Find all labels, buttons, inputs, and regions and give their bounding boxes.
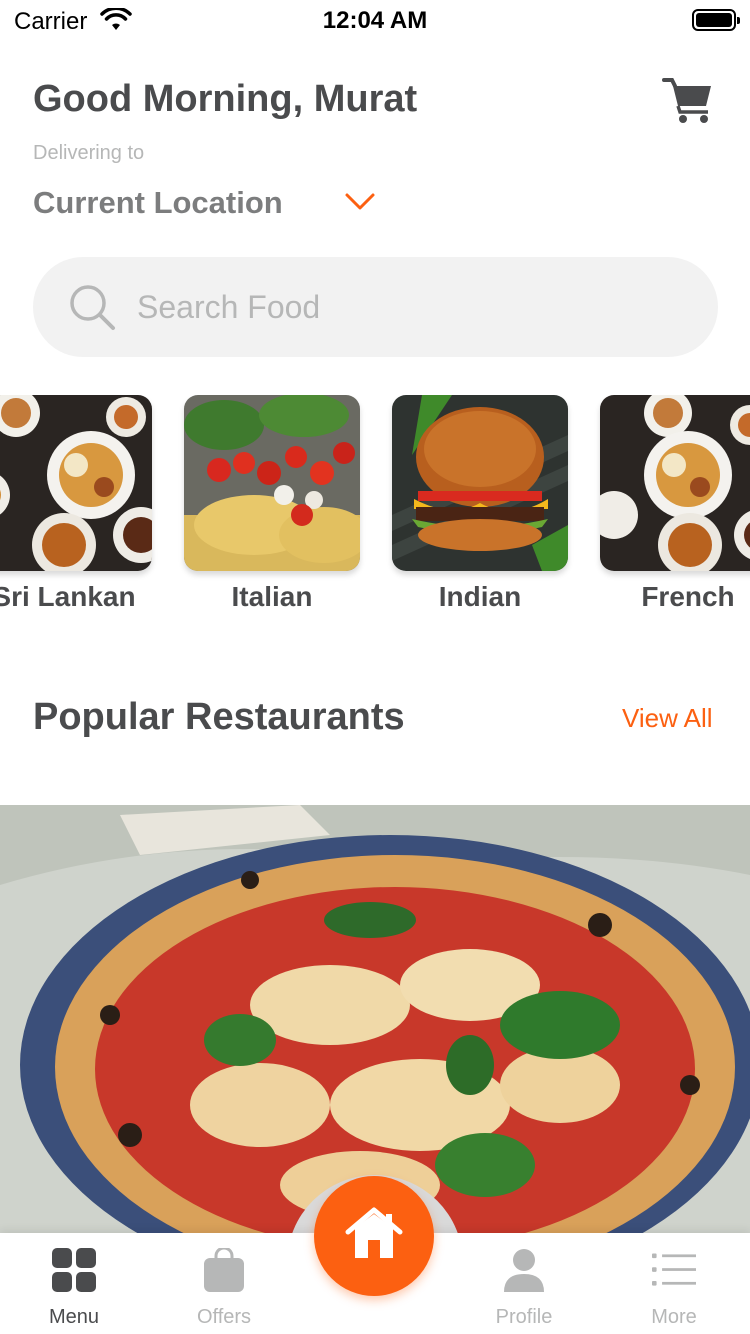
tab-profile[interactable]: Profile — [464, 1248, 584, 1334]
grid-icon — [52, 1248, 96, 1292]
chevron-down-icon[interactable] — [344, 190, 376, 214]
home-button[interactable] — [314, 1176, 434, 1296]
tab-more[interactable]: More — [614, 1248, 734, 1334]
view-all-link[interactable]: View All — [622, 703, 713, 734]
search-bar[interactable] — [33, 257, 718, 357]
tab-label: Profile — [495, 1306, 553, 1328]
location-selector[interactable]: Current Location — [33, 185, 283, 221]
category-french[interactable]: French — [600, 395, 750, 612]
clock: 12:04 AM — [322, 7, 428, 34]
restaurant-hero-image[interactable] — [0, 805, 750, 1235]
category-indian[interactable]: Indian — [392, 395, 568, 612]
category-label: Indian — [438, 581, 522, 612]
category-italian[interactable]: Italian — [184, 395, 360, 612]
category-image — [184, 395, 360, 571]
search-input[interactable] — [137, 257, 677, 357]
tab-label: Offers — [196, 1306, 252, 1328]
shopping-bag-icon — [204, 1248, 244, 1292]
tab-menu[interactable]: Menu — [14, 1248, 134, 1334]
tab-label: Menu — [48, 1306, 100, 1328]
tab-offers[interactable]: Offers — [164, 1248, 284, 1334]
category-image — [392, 395, 568, 571]
category-list: Sri Lankan Italian Indian French — [0, 395, 750, 625]
status-bar: Carrier 12:04 AM — [0, 0, 750, 40]
list-icon — [652, 1253, 696, 1286]
search-icon — [70, 285, 115, 330]
tab-label: More — [651, 1306, 697, 1328]
greeting-title: Good Morning, Murat — [33, 78, 418, 120]
category-image — [600, 395, 750, 571]
category-label: Italian — [231, 581, 313, 612]
cart-icon[interactable] — [662, 76, 714, 124]
category-label: French — [641, 581, 735, 612]
category-image — [0, 395, 152, 571]
category-sri-lankan[interactable]: Sri Lankan — [0, 395, 152, 612]
user-icon — [504, 1249, 544, 1292]
delivering-label: Delivering to — [33, 142, 145, 164]
section-title-popular: Popular Restaurants — [33, 696, 405, 738]
battery-icon — [692, 9, 740, 31]
home-icon — [345, 1207, 403, 1258]
